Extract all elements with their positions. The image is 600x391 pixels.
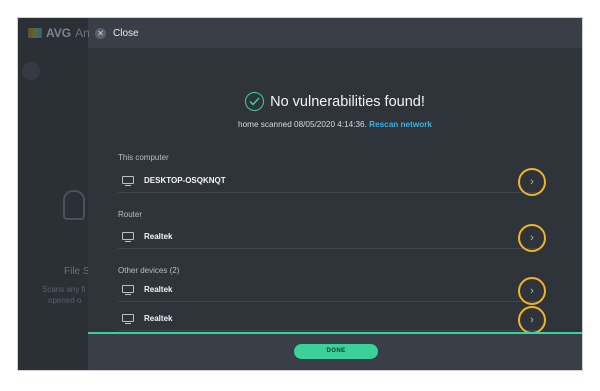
back-button bbox=[22, 62, 40, 80]
device-name: DESKTOP-OSQKNQT bbox=[144, 176, 226, 185]
card-description-line: opened o bbox=[48, 296, 82, 305]
card-description-line: Scans any fi bbox=[42, 285, 86, 294]
chevron-right-icon: › bbox=[530, 313, 534, 326]
file-shield-icon bbox=[63, 190, 85, 220]
monitor-icon bbox=[122, 175, 134, 186]
app-window: AVG An File S Scans any fi opened o ✕ Cl… bbox=[17, 17, 583, 371]
device-details-button[interactable]: › bbox=[518, 168, 546, 196]
scan-info: home scanned 08/05/2020 4:14:36. Rescan … bbox=[88, 120, 582, 129]
avg-logo-icon bbox=[28, 28, 42, 38]
monitor-icon bbox=[122, 313, 134, 324]
section-label-router: Router bbox=[118, 210, 143, 219]
monitor-icon bbox=[122, 231, 134, 242]
device-name: Realtek bbox=[144, 314, 173, 323]
close-icon[interactable]: ✕ bbox=[95, 27, 106, 39]
close-label[interactable]: Close bbox=[113, 28, 139, 39]
app-logo: AVG An bbox=[28, 26, 90, 40]
device-row[interactable]: Realtek › bbox=[118, 224, 546, 252]
device-row[interactable]: Realtek › bbox=[118, 277, 546, 305]
close-button[interactable]: ✕ Close bbox=[95, 27, 139, 39]
chevron-right-icon: › bbox=[530, 231, 534, 244]
done-button[interactable]: DONE bbox=[294, 344, 378, 359]
scan-results-panel: No vulnerabilities found! home scanned 0… bbox=[88, 48, 582, 334]
device-details-button[interactable]: › bbox=[518, 306, 546, 334]
monitor-icon bbox=[122, 284, 134, 295]
section-label-this-computer: This computer bbox=[118, 153, 169, 162]
result-title: No vulnerabilities found! bbox=[270, 93, 425, 110]
device-details-button[interactable]: › bbox=[518, 224, 546, 252]
chevron-right-icon: › bbox=[530, 175, 534, 188]
device-row[interactable]: DESKTOP-OSQKNQT › bbox=[118, 168, 546, 196]
card-title: File S bbox=[64, 266, 90, 277]
card-description: Scans any fi opened o bbox=[42, 284, 86, 306]
scan-timestamp: home scanned 08/05/2020 4:14:36. bbox=[238, 120, 367, 129]
chevron-right-icon: › bbox=[530, 284, 534, 297]
device-details-button[interactable]: › bbox=[518, 277, 546, 305]
background-app: AVG An File S Scans any fi opened o bbox=[18, 18, 90, 370]
close-bar: ✕ Close bbox=[88, 18, 582, 48]
footer: DONE bbox=[88, 334, 582, 370]
section-label-other-devices: Other devices (2) bbox=[118, 266, 180, 275]
result-header: No vulnerabilities found! bbox=[88, 92, 582, 111]
device-row[interactable]: Realtek › bbox=[118, 306, 546, 334]
logo-text: AVG bbox=[46, 26, 72, 40]
rescan-network-link[interactable]: Rescan network bbox=[369, 120, 432, 129]
device-name: Realtek bbox=[144, 285, 173, 294]
device-name: Realtek bbox=[144, 232, 173, 241]
check-circle-icon bbox=[245, 92, 265, 111]
